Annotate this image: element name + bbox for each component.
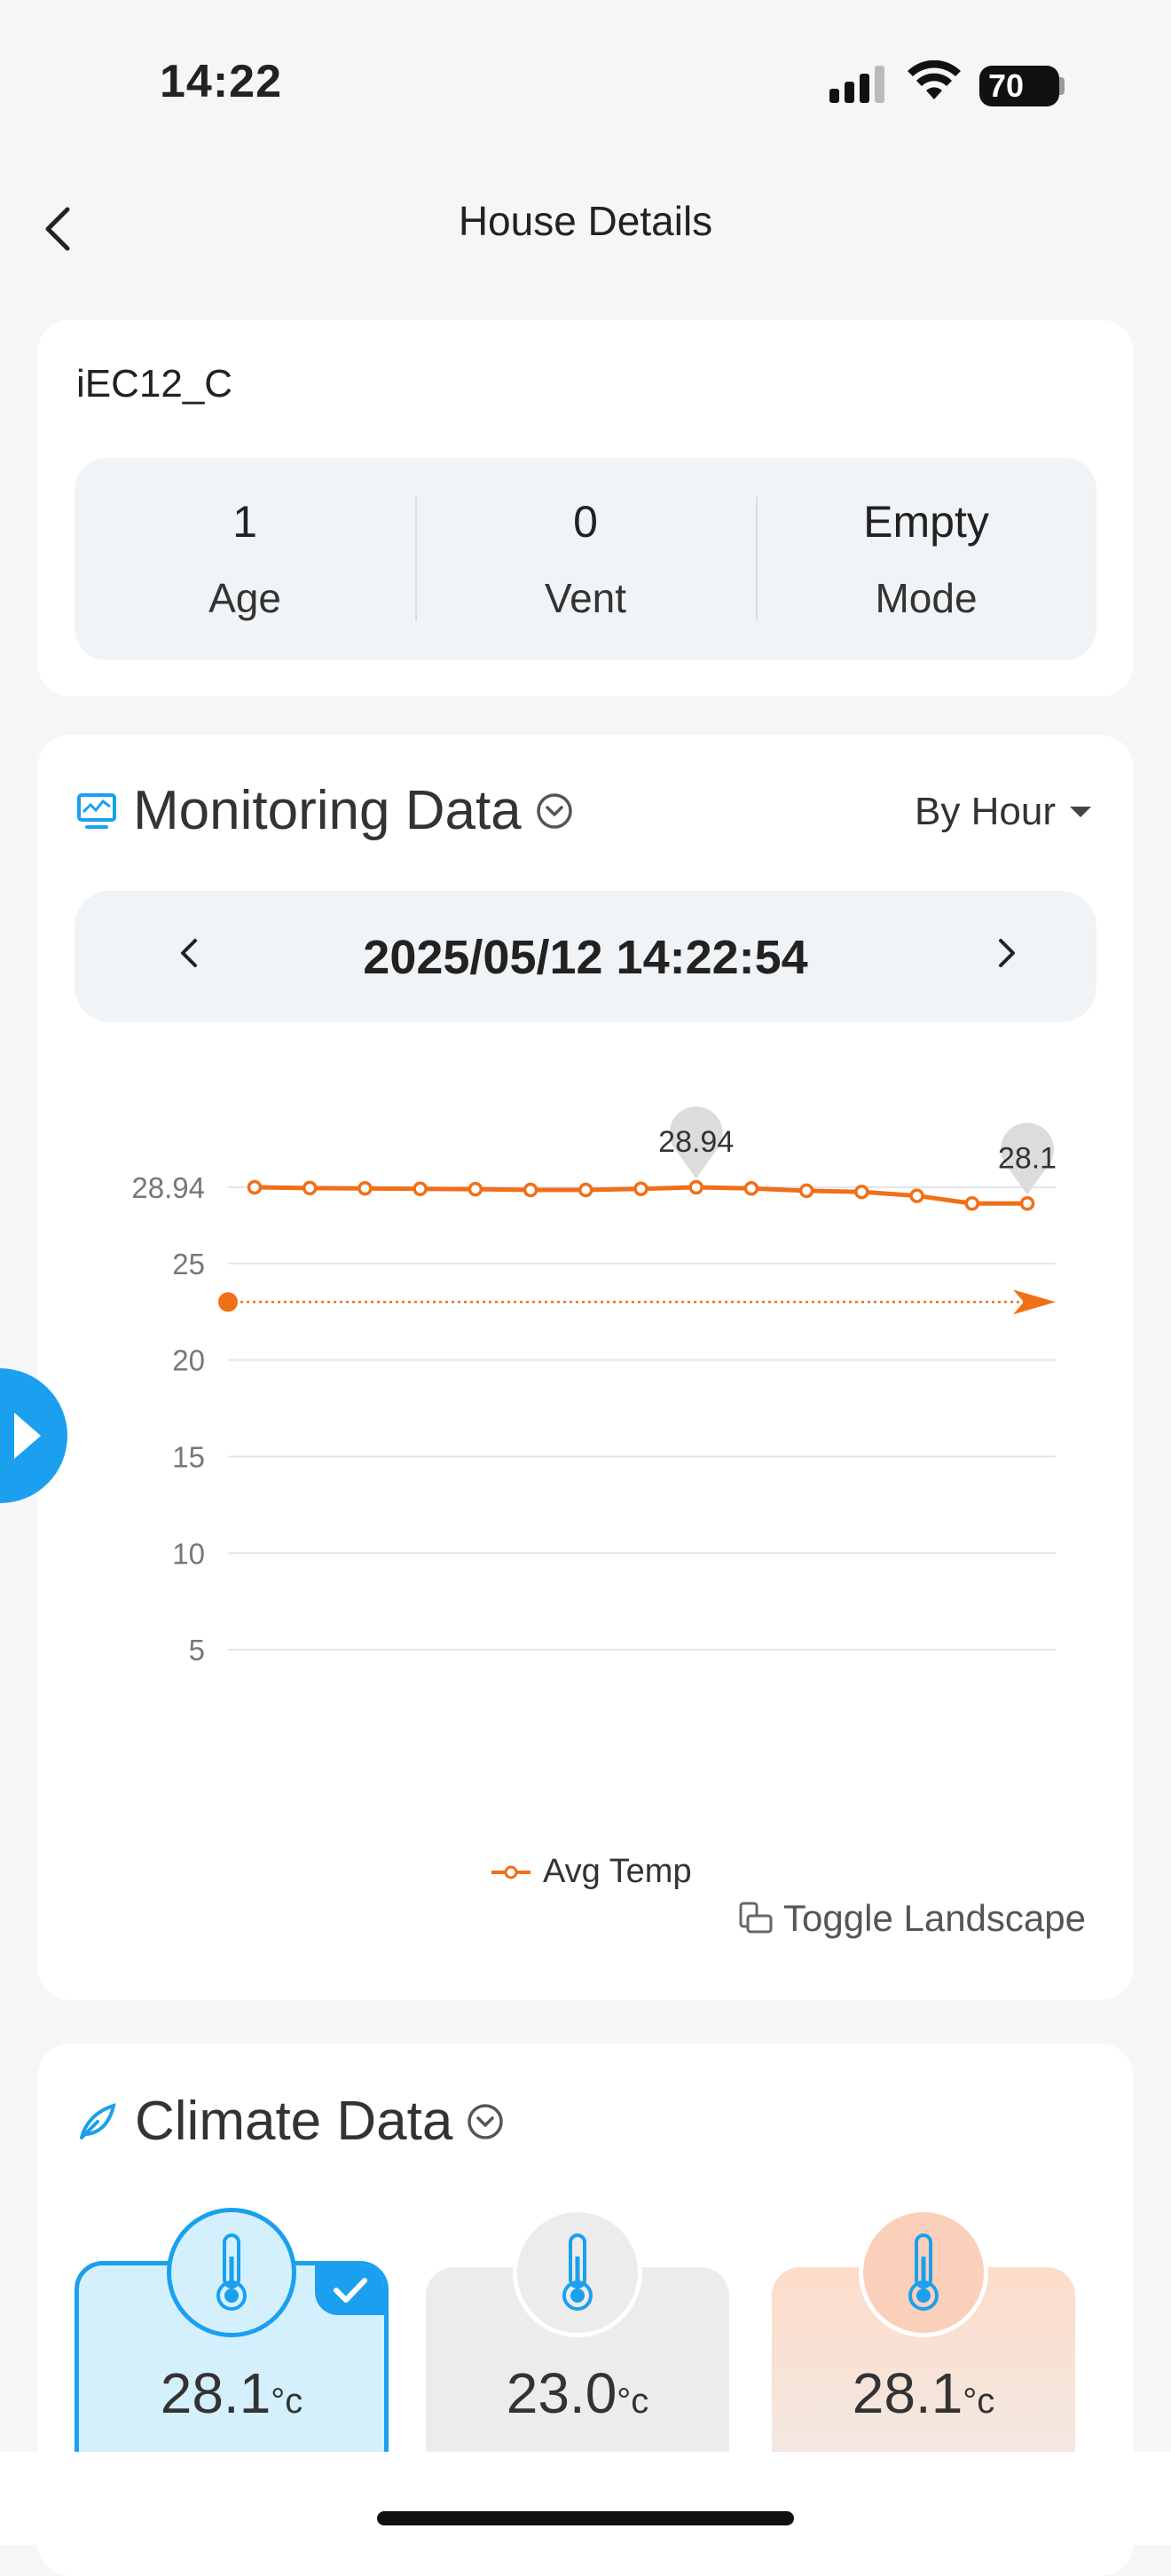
climate-value: 28.1°c: [75, 2360, 389, 2426]
toggle-landscape-button[interactable]: Toggle Landscape: [737, 1897, 1086, 1940]
stat-mode: Empty Mode: [756, 458, 1096, 660]
monitoring-title[interactable]: Monitoring Data: [76, 779, 573, 842]
reference-line-arrow: [1013, 1289, 1056, 1315]
selected-badge: [315, 2265, 384, 2315]
checkmark-icon: [334, 2278, 367, 2303]
legend-label: Avg Temp: [543, 1853, 692, 1890]
value-pin-label: 28.94: [658, 1125, 734, 1159]
climate-value: 28.1°c: [772, 2360, 1075, 2426]
climate-value-number: 28.1: [852, 2361, 963, 2425]
stat-label: Vent: [544, 575, 627, 621]
value-pin-label: 28.1: [998, 1141, 1057, 1175]
thermometer-icon: [562, 2233, 593, 2311]
status-bar: 14:22 70: [0, 0, 1171, 169]
rotate-screen-icon: [739, 1902, 773, 1934]
data-point: [523, 1182, 538, 1198]
data-point: [743, 1181, 759, 1196]
monitor-chart-icon: [77, 792, 116, 829]
wifi-icon: [908, 60, 961, 99]
house-stats: 1 Age 0 Vent Empty Mode: [75, 458, 1096, 660]
toggle-landscape-label: Toggle Landscape: [783, 1897, 1086, 1939]
data-point: [1019, 1196, 1035, 1211]
date-navigator: 2025/05/12 14:22:54: [75, 891, 1096, 1022]
monitoring-title-text: Monitoring Data: [133, 780, 522, 841]
data-point: [302, 1180, 318, 1196]
data-point: [964, 1196, 980, 1211]
stat-value: Empty: [863, 497, 989, 547]
nav-bar: House Details: [0, 169, 1171, 275]
stat-age: 1 Age: [75, 458, 415, 660]
chevron-right-icon[interactable]: [979, 926, 1033, 980]
climate-value-number: 28.1: [160, 2361, 271, 2425]
climate-value-number: 23.0: [506, 2361, 617, 2425]
current-datetime: 2025/05/12 14:22:54: [363, 931, 808, 984]
battery-tip: [1059, 77, 1065, 95]
stat-vent: 0 Vent: [415, 458, 756, 660]
caret-down-icon: [1070, 807, 1091, 817]
temperature-chart: 051015202528.940123456789101112131428.94…: [131, 1107, 1057, 1666]
stat-value: 0: [573, 497, 598, 547]
climate-unit: °c: [617, 2382, 649, 2421]
house-card: iEC12_C 1 Age 0 Vent Empty Mode: [37, 319, 1134, 697]
period-label: By Hour: [915, 790, 1056, 833]
data-point: [578, 1182, 593, 1198]
y-tick-label: 10: [172, 1537, 205, 1570]
play-arrow-icon: [14, 1413, 41, 1459]
data-point: [247, 1179, 263, 1195]
data-point: [854, 1184, 869, 1200]
data-point: [909, 1188, 924, 1203]
battery-icon: 70: [979, 66, 1059, 106]
home-indicator[interactable]: [377, 2511, 794, 2525]
house-name: iEC12_C: [76, 362, 233, 406]
thermometer-badge: [859, 2208, 988, 2337]
y-tick-label: 20: [172, 1344, 205, 1377]
chevron-down-circle-icon[interactable]: [536, 792, 573, 830]
page-title: House Details: [458, 198, 713, 244]
stat-value: 1: [232, 497, 257, 547]
thermometer-icon: [216, 2233, 247, 2311]
climate-unit: °c: [271, 2382, 303, 2421]
battery-level: 70: [988, 67, 1025, 104]
leaf-icon: [80, 2102, 116, 2139]
data-point: [688, 1179, 703, 1195]
y-tick-label: 5: [189, 1634, 205, 1666]
climate-title[interactable]: Climate Data: [76, 2090, 504, 2153]
chevron-down-circle-icon[interactable]: [467, 2103, 504, 2140]
cellular-signal-icon: [829, 66, 884, 103]
climate-title-text: Climate Data: [135, 2091, 453, 2152]
reference-line-start-dot: [218, 1292, 238, 1312]
climate-value: 23.0°c: [426, 2360, 729, 2426]
climate-unit: °c: [963, 2382, 995, 2421]
thermometer-badge: [513, 2208, 642, 2337]
y-tick-label: 15: [172, 1440, 205, 1473]
y-tick-label: 28.94: [131, 1171, 205, 1204]
data-point: [633, 1181, 648, 1196]
legend-line-marker: [491, 1865, 530, 1879]
y-tick-label: 25: [172, 1248, 205, 1280]
monitoring-card: Monitoring Data By Hour 2025/05/12 14:22…: [37, 735, 1134, 2000]
stat-label: Mode: [875, 575, 978, 621]
data-point: [413, 1181, 428, 1196]
status-time: 14:22: [160, 56, 282, 107]
chart-legend[interactable]: Avg Temp: [490, 1853, 692, 1891]
period-dropdown[interactable]: By Hour: [915, 790, 1091, 834]
data-point: [468, 1181, 483, 1197]
data-point: [798, 1183, 814, 1199]
data-point: [358, 1181, 373, 1196]
home-indicator-area: [0, 2452, 1171, 2545]
thermometer-badge: [167, 2208, 296, 2337]
stat-label: Age: [208, 575, 281, 621]
thermometer-icon: [908, 2233, 939, 2311]
